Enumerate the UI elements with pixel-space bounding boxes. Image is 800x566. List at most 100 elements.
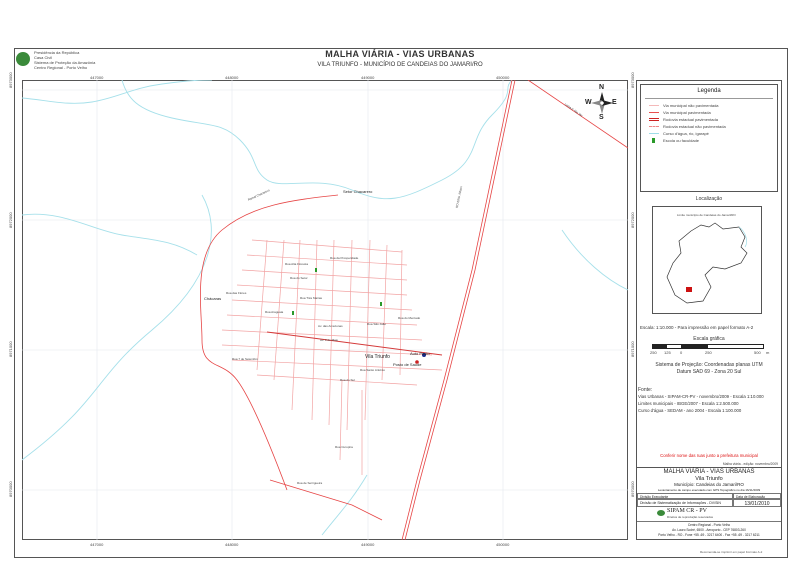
legend-title-rule: [645, 98, 773, 99]
tb-sipam: SIPAM CR - PV: [667, 508, 707, 514]
legend-item: Curso d'água, rio, igarapé: [649, 131, 709, 136]
right-tick: 8970000: [630, 481, 635, 497]
scale-segment: [680, 345, 708, 348]
left-tick: 8972000: [8, 212, 13, 228]
scale-bar: [652, 344, 764, 349]
scale-tick: 500: [754, 350, 761, 355]
label-rua-araguaia: Rua Araguaia: [265, 310, 284, 314]
label-av-3-maio: Av. 3 de Maio: [320, 338, 339, 342]
school-icon: [380, 302, 382, 306]
label-posto-saude: Posto de Saúde: [393, 362, 422, 367]
left-tick: 8971000: [8, 341, 13, 357]
label-rua-mercado: Rua do Mercado: [398, 316, 421, 320]
tb-sipam-sub: Direitos de reprodução reservados: [667, 515, 714, 519]
bottom-tick: 448000: [225, 542, 239, 547]
legend-box: Legenda Via municipal não pavimentada Vi…: [640, 84, 778, 192]
tb-date: 13/01/2010: [733, 499, 781, 507]
school-legend-icon: [652, 138, 655, 143]
label-vila-triunfo: Vila Triunfo: [365, 354, 390, 360]
legend-swatch: [649, 118, 659, 121]
legend-item: Via municipal pavimentada: [649, 110, 711, 115]
bottom-tick: 450000: [496, 542, 510, 547]
label-rua-tres-marias: Rua Três Marias: [300, 296, 323, 300]
legend-label: Curso d'água, rio, igarapé: [663, 131, 709, 136]
legend-swatch: [649, 105, 659, 106]
label-rua-alta-floresta: Rua Alta Floresta: [285, 262, 309, 266]
top-tick: 449000: [361, 75, 375, 80]
tb-rule: [637, 521, 781, 522]
scale-tick: 250: [650, 350, 657, 355]
label-rua-serrigueira: Rua de Serrigueira: [297, 481, 323, 485]
label-auto-posto: Auto Posto: [410, 351, 430, 356]
sources-title: Fonte:: [638, 387, 653, 393]
legend-title: Legenda: [697, 88, 721, 94]
location-title: Localização: [695, 196, 723, 202]
legend-label: Rodovia estadual não pavimentada: [663, 124, 726, 129]
left-tick: 8973000: [8, 72, 13, 88]
scale-tick: 125: [664, 350, 671, 355]
legend-swatch: [649, 126, 659, 127]
legend-item: Escola ou faculdade: [649, 138, 699, 143]
scale-tick: 250: [705, 350, 712, 355]
right-tick: 8972000: [630, 212, 635, 228]
compass-e: E: [612, 99, 617, 106]
title-block: MALHA VIÁRIA - VIAS URBANAS Vila Triunfo…: [636, 467, 782, 540]
compass-n: N: [599, 84, 605, 91]
legend-label: Via municipal não pavimentada: [663, 103, 719, 108]
tb-exec: Divisão de Sistematização de Informações…: [637, 499, 733, 507]
tb-title: MALHA VIÁRIA - VIAS URBANAS: [663, 469, 755, 475]
label-av-amazonas: Av. das Amazonas: [318, 324, 343, 328]
tb-addr-2: Av. Lauro Sodré, 6500 - Aeroporto - CEP …: [672, 528, 746, 532]
scale-segment: [708, 345, 763, 348]
source-line: Vias Urbanas - SIPAM-CR-PV - novembro/20…: [638, 394, 764, 399]
edition-note: Malha viária - edição: novembro/2009: [722, 462, 778, 466]
school-icon: [292, 311, 294, 315]
legend-label: Rodovia estadual pavimentada: [663, 117, 718, 122]
legend-swatch: [649, 133, 659, 134]
projection-line-1: Sistema de Projeção: Coordenadas planas …: [655, 362, 763, 368]
school-icon: [315, 268, 317, 272]
source-line: Limites municipais - IBGE/2007 - Escala …: [638, 401, 739, 406]
legend-label: Escola ou faculdade: [663, 138, 700, 143]
scale-segment: [666, 345, 681, 348]
utm-grid: [22, 80, 628, 540]
north-arrow: N S W E: [585, 84, 619, 122]
label-rua-curupira: Rua Curupira: [335, 445, 353, 449]
rivers: [22, 80, 628, 536]
projection-line-2: Datum SAD 69 - Zona 20 Sul: [676, 369, 742, 375]
scale-tick: 0: [680, 350, 683, 355]
top-tick: 447000: [90, 75, 104, 80]
scale-graphic-title: Escala gráfica: [693, 336, 725, 342]
scale-unit: m: [766, 350, 770, 355]
bottom-tick: 447000: [90, 542, 104, 547]
label-rua-santo-antonio: Rua Santo Antônio: [360, 368, 386, 372]
tb-municipality: Município: Candeias do Jamari/RO: [674, 482, 744, 487]
label-rua-das-flores: Rua das Flores: [226, 291, 247, 295]
scale-text: Escala: 1:10.000 - Para impressão em pap…: [640, 325, 754, 330]
sipam-logo-icon: [657, 510, 665, 516]
label-rua-sao-joao: Rua São João: [367, 322, 387, 326]
location-marker: [686, 287, 692, 292]
legend-label: Via municipal pavimentada: [663, 110, 711, 115]
location-inset: Limite município de Candeias do Jamari/R…: [652, 206, 762, 314]
map-canvas: [22, 80, 628, 540]
label-rua-do-sul: Rua do Sul: [340, 378, 355, 382]
top-tick: 448000: [225, 75, 239, 80]
bottom-tick: 449000: [361, 542, 375, 547]
label-rua-7-setembro: Rua 7 de Setembro: [232, 357, 259, 361]
compass-w: W: [585, 99, 592, 106]
scale-segment: [653, 345, 667, 348]
legend-item: Rodovia estadual não pavimentada: [649, 124, 726, 129]
municipality-outline: [666, 222, 748, 304]
label-rua-do-setor: Rua do Setor: [290, 276, 308, 280]
tb-addr-1: Centro Regional - Porto Velho: [687, 523, 731, 527]
tb-exec-text: Divisão de Sistematização de Informações…: [640, 501, 721, 505]
source-line: Curso d'água - SEDAM - ano 2004 - Escala…: [638, 408, 742, 413]
top-tick: 450000: [496, 75, 510, 80]
right-tick: 8973000: [630, 72, 635, 88]
tb-survey: Levantamento de campo executado com GPS …: [657, 488, 761, 492]
map-title: MALHA VIÁRIA - VIAS URBANAS: [325, 49, 475, 59]
tb-addr-3: Porto Velho - RO - Fone +55 -69 - 3217 6…: [658, 533, 760, 537]
print-footer: Recomenda-se imprimir em papel Formato A…: [700, 550, 763, 554]
right-tick: 8971000: [630, 341, 635, 357]
